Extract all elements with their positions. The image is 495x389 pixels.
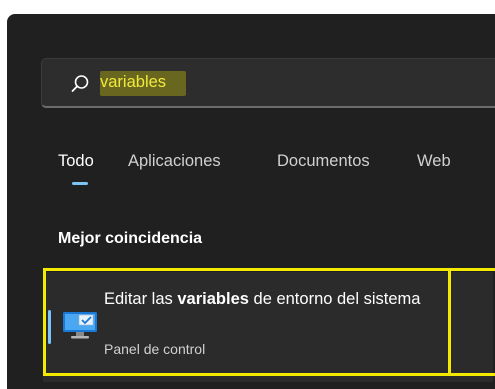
annotation-line-top xyxy=(449,268,495,271)
tab-documentos[interactable]: Documentos xyxy=(277,152,370,171)
active-tab-indicator xyxy=(72,182,88,185)
best-match-heading: Mejor coincidencia xyxy=(58,230,203,247)
search-panel: variables Todo Aplicaciones Documentos W… xyxy=(7,14,495,389)
result-title-part: Editar las xyxy=(104,290,178,308)
search-box[interactable]: variables xyxy=(41,58,495,108)
best-match-result[interactable]: Editar las variables de entorno del sist… xyxy=(43,272,493,382)
tab-web[interactable]: Web xyxy=(417,152,451,171)
system-settings-monitor-icon xyxy=(63,312,97,339)
search-icon xyxy=(71,75,89,92)
result-title-match: variables xyxy=(177,290,249,308)
annotation-line-bottom xyxy=(449,373,495,376)
result-title-part: de entorno del sistema xyxy=(248,290,421,308)
search-input[interactable]: variables xyxy=(100,73,166,92)
result-subtitle: Panel de control xyxy=(104,341,206,357)
tab-todo[interactable]: Todo xyxy=(58,152,94,171)
result-title: Editar las variables de entorno del sist… xyxy=(104,287,424,312)
selection-accent xyxy=(48,310,51,344)
search-text-highlight xyxy=(100,71,186,96)
tab-aplicaciones[interactable]: Aplicaciones xyxy=(128,152,221,171)
